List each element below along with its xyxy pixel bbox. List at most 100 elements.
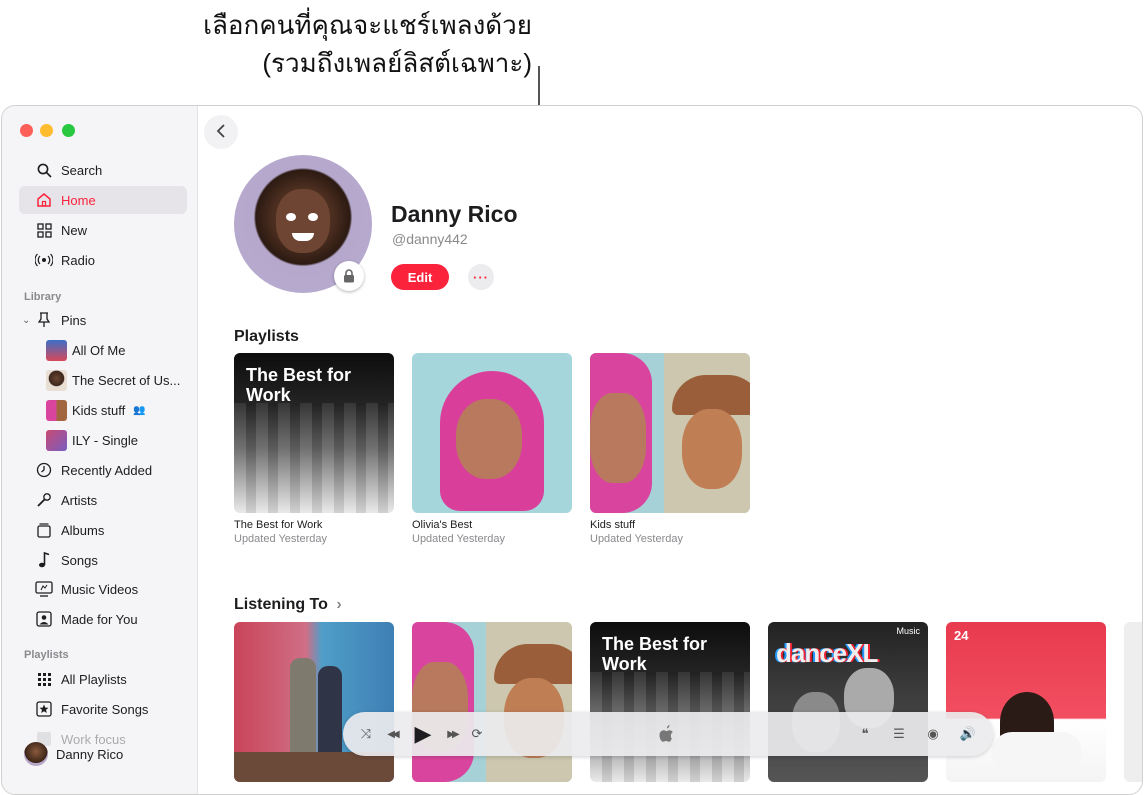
- shared-people-icon: 👥: [133, 404, 146, 416]
- sidebar-item-label: Made for You: [61, 611, 138, 627]
- person-icon: [35, 610, 53, 628]
- listening-to-section-title[interactable]: Listening To ›: [234, 596, 342, 614]
- playlist-subtitle: Updated Yesterday: [412, 533, 505, 545]
- edit-profile-button[interactable]: Edit: [391, 264, 449, 290]
- sidebar-item-pins[interactable]: Pins: [19, 306, 187, 334]
- listening-card[interactable]: [234, 622, 394, 782]
- sidebar-item-all-of-me[interactable]: All Of Me: [19, 336, 187, 364]
- lock-icon: [334, 261, 364, 291]
- zoom-window-button[interactable]: [62, 124, 75, 137]
- home-icon: [35, 191, 53, 209]
- album-artwork: 24: [946, 622, 1106, 782]
- apple-logo-icon: [653, 712, 679, 756]
- sidebar-item-label: Search: [61, 162, 103, 178]
- listening-card[interactable]: [412, 622, 572, 782]
- sidebar-item-search[interactable]: Search: [19, 156, 187, 184]
- main-content: Danny Rico @danny442 Edit ··· Playlists …: [198, 106, 1142, 794]
- playlist-card[interactable]: Kids stuff Updated Yesterday: [590, 353, 750, 545]
- sidebar-item-label: ILY - Single: [72, 432, 139, 448]
- sidebar-item-label: All Of Me: [72, 342, 126, 358]
- play-button[interactable]: ▶: [409, 712, 437, 756]
- sidebar-item-favorite-songs[interactable]: Favorite Songs: [19, 695, 187, 723]
- playlist-card[interactable]: Olivia's Best Updated Yesterday: [412, 353, 572, 545]
- playlists-section-title: Playlists: [234, 328, 299, 345]
- grid-icon: [35, 221, 53, 239]
- chevron-left-icon: [216, 122, 226, 143]
- listening-card[interactable]: P F: [1124, 622, 1142, 782]
- album-art-thumbnail: [46, 399, 67, 421]
- sidebar-item-label: Radio: [61, 252, 95, 268]
- profile-name: Danny Rico: [391, 201, 518, 227]
- queue-button[interactable]: ☰: [887, 712, 911, 756]
- sidebar-item-albums[interactable]: Albums: [19, 516, 187, 544]
- sidebar-item-artists[interactable]: Artists: [19, 486, 187, 514]
- sidebar-item-label: Recently Added: [61, 462, 153, 478]
- shuffle-button[interactable]: ⤨: [355, 712, 377, 756]
- playback-bar: ⤨ ◀◀ ▶ ▶▶ ⟳ ❝ ☰ ◉ 🔊: [343, 712, 993, 756]
- clock-icon: [35, 461, 53, 479]
- repeat-button[interactable]: ⟳: [467, 712, 487, 756]
- sidebar-item-music-videos[interactable]: Music Videos: [19, 575, 187, 603]
- sidebar-item-recently-added[interactable]: Recently Added: [19, 456, 187, 484]
- sidebar-item-ily-single[interactable]: ILY - Single: [19, 426, 187, 454]
- sidebar-item-all-playlists[interactable]: All Playlists: [19, 665, 187, 693]
- sidebar-item-label: Artists: [61, 492, 98, 508]
- back-button[interactable]: [204, 115, 238, 149]
- lyrics-button[interactable]: ❝: [853, 712, 877, 756]
- next-track-button[interactable]: ▶▶: [439, 712, 465, 756]
- playlist-subtitle: Updated Yesterday: [590, 533, 683, 545]
- airplay-button[interactable]: ◉: [921, 712, 945, 756]
- sidebar-item-label: New: [61, 222, 88, 238]
- album-artwork: The Best for Work: [590, 622, 750, 782]
- sidebar-item-radio[interactable]: Radio: [19, 246, 187, 274]
- music-note-icon: [35, 551, 53, 569]
- sidebar-item-label: Music Videos: [61, 581, 139, 597]
- playlist-card[interactable]: The Best for Work The Best for Work Upda…: [234, 353, 394, 545]
- account-button[interactable]: Danny Rico: [24, 742, 123, 766]
- volume-button[interactable]: 🔊: [955, 712, 981, 756]
- sidebar-item-kids-stuff[interactable]: Kids stuff 👥: [19, 396, 187, 424]
- badge-label: Music: [896, 626, 920, 636]
- album-artwork: P F: [1124, 622, 1142, 782]
- sidebar-item-label: All Playlists: [61, 671, 127, 687]
- sidebar-item-the-secret-of-us[interactable]: The Secret of Us...: [19, 366, 187, 394]
- sidebar-item-made-for-you[interactable]: Made for You: [19, 605, 187, 633]
- playlist-artwork: The Best for Work: [234, 353, 394, 513]
- sidebar-item-label: The Secret of Us...: [72, 372, 181, 388]
- close-window-button[interactable]: [20, 124, 33, 137]
- listening-card[interactable]: 24: [946, 622, 1106, 782]
- playlist-subtitle: Updated Yesterday: [234, 533, 327, 545]
- artwork-title: 24: [954, 628, 969, 643]
- playlists-section-label: Playlists: [24, 649, 69, 661]
- playlist-artwork: [412, 353, 572, 513]
- more-options-button[interactable]: ···: [468, 264, 494, 290]
- microphone-icon: [35, 491, 53, 509]
- callout-annotation: เลือกคนที่คุณจะแชร์เพลงด้วย (รวมถึงเพลย์…: [0, 0, 1144, 277]
- playlist-artwork: [590, 353, 750, 513]
- profile-handle: @danny442: [392, 231, 468, 247]
- star-icon: [35, 700, 53, 718]
- sidebar-item-songs[interactable]: Songs: [19, 546, 187, 574]
- memoji-face: [276, 189, 330, 253]
- sidebar-item-label: Pins: [61, 312, 87, 328]
- album-icon: [35, 521, 53, 539]
- album-artwork: [412, 622, 572, 782]
- sidebar-item-label: Albums: [61, 522, 105, 538]
- listening-card[interactable]: The Best for Work: [590, 622, 750, 782]
- artwork-title: The Best for Work: [602, 634, 708, 674]
- album-art-thumbnail: [46, 369, 67, 391]
- radio-icon: [35, 251, 53, 269]
- artwork-title: danceXL: [776, 638, 878, 668]
- artwork-title: The Best for Work: [246, 365, 352, 405]
- listening-card[interactable]: Music danceXL: [768, 622, 928, 782]
- sidebar-item-label: Kids stuff: [72, 402, 126, 418]
- callout-line-2: (รวมถึงเพลย์ลิสต์เฉพาะ): [262, 48, 532, 78]
- sidebar-item-label: Home: [61, 192, 96, 208]
- album-art-thumbnail: [46, 339, 67, 361]
- sidebar-item-home[interactable]: Home: [19, 186, 187, 214]
- previous-track-button[interactable]: ◀◀: [379, 712, 405, 756]
- minimize-window-button[interactable]: [40, 124, 53, 137]
- library-section-label: Library: [24, 291, 62, 303]
- search-icon: [35, 161, 53, 179]
- sidebar-item-new[interactable]: New: [19, 216, 187, 244]
